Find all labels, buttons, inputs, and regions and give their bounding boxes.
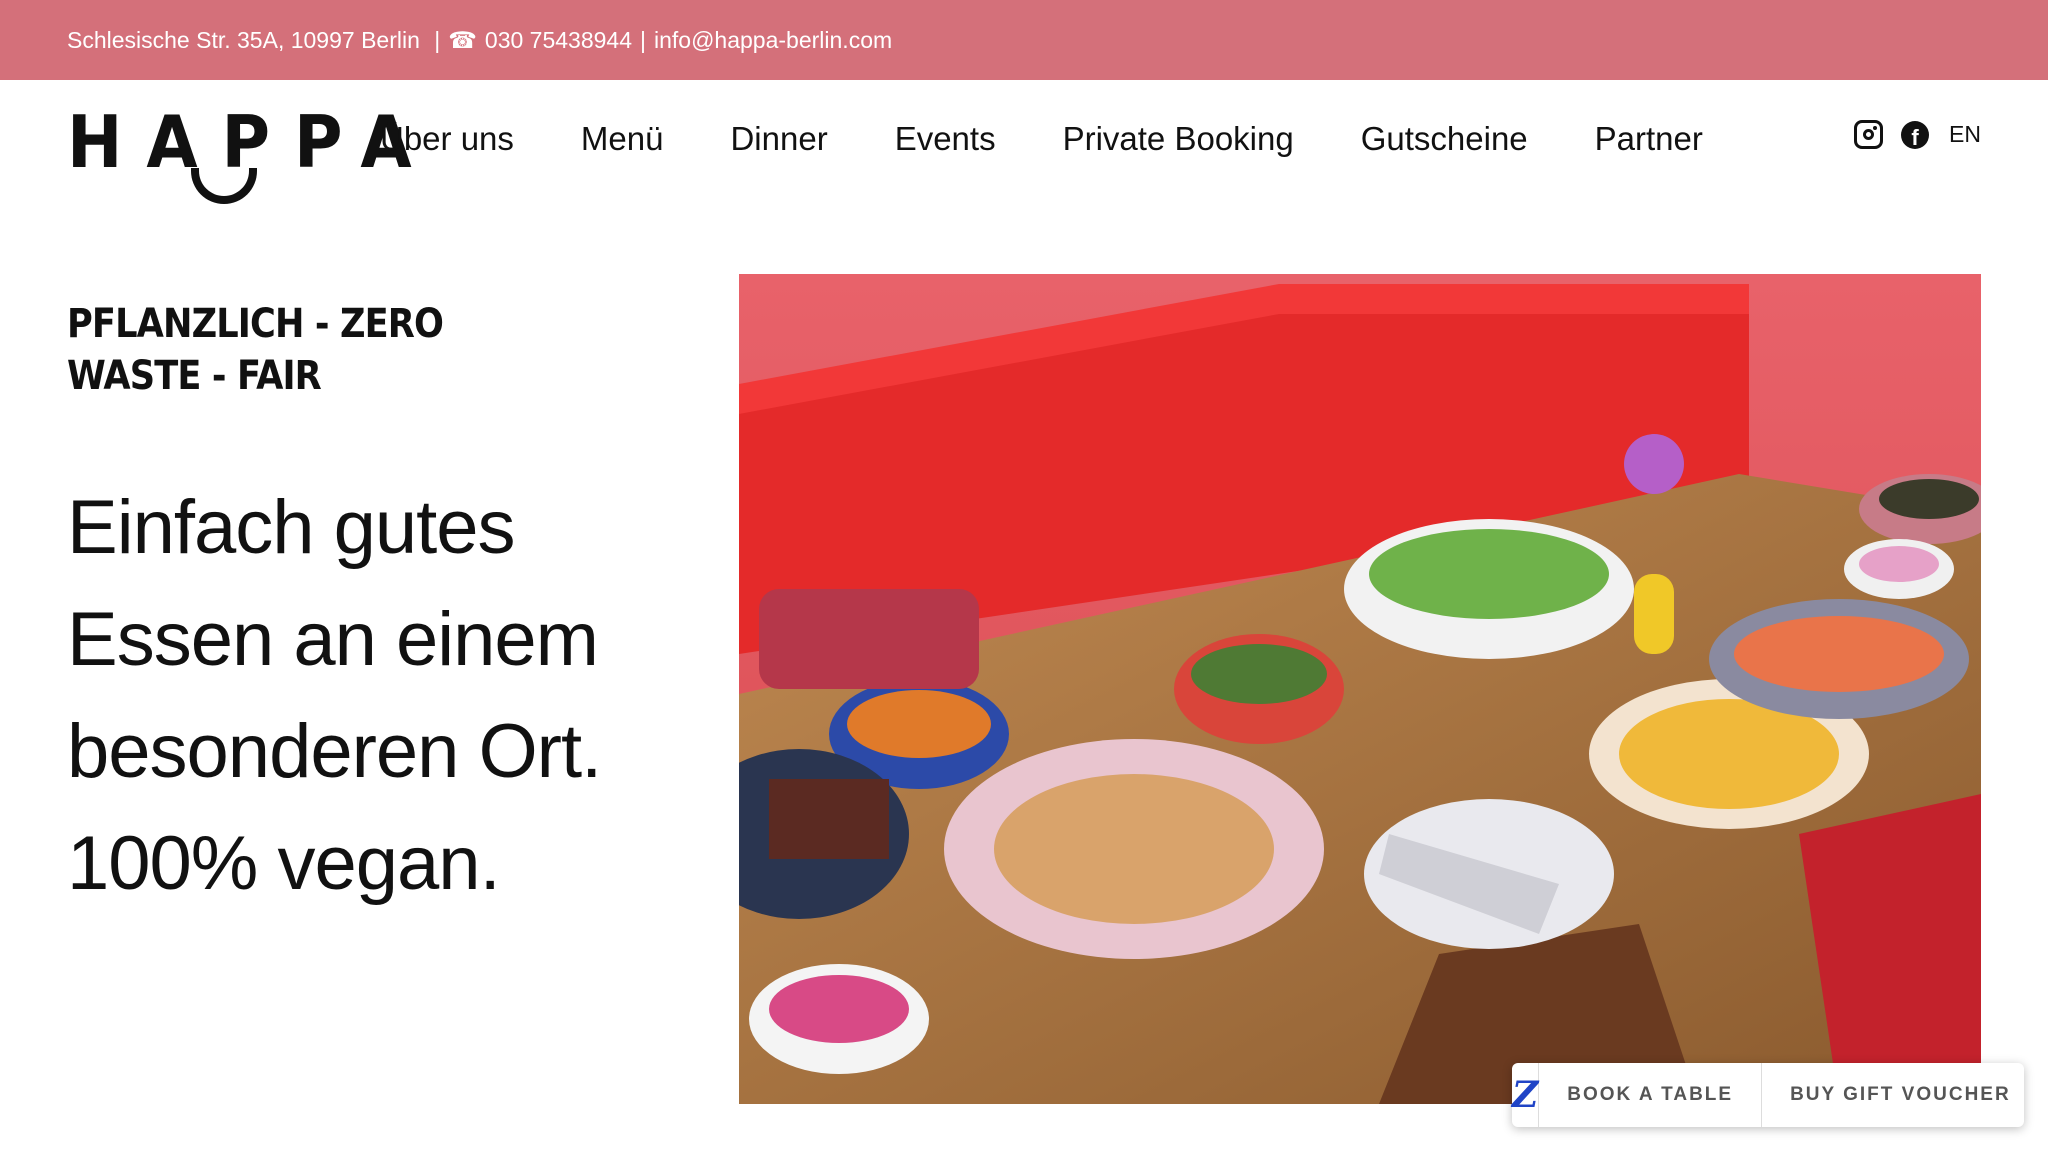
hero-tagline: PFLANZLICH - ZERO WASTE - FAIR — [67, 301, 444, 399]
separator: | — [640, 26, 646, 53]
nav-item-private-booking[interactable]: Private Booking — [1063, 120, 1294, 158]
social-links: f EN — [1854, 120, 1981, 149]
contact-bar: Schlesische Str. 35A, 10997 Berlin | ☎ 0… — [0, 0, 2048, 80]
nav-item-partner[interactable]: Partner — [1595, 120, 1703, 158]
nav-item-events[interactable]: Events — [895, 120, 996, 158]
email-link[interactable]: info@happa-berlin.com — [654, 27, 892, 54]
booking-widget: Z BOOK A TABLE BUY GIFT VOUCHER — [1512, 1063, 2024, 1127]
facebook-glyph: f — [1911, 124, 1919, 149]
separator: | — [427, 26, 441, 53]
phone-icon: ☎ — [448, 26, 477, 53]
nav-item-gutscheine[interactable]: Gutscheine — [1361, 120, 1528, 158]
site-header: HAPPA Über uns Menü Dinner Events Privat… — [0, 80, 2048, 220]
facebook-icon[interactable]: f — [1901, 120, 1930, 149]
nav-item-ueber-uns[interactable]: Über uns — [380, 120, 514, 158]
nav-item-menue[interactable]: Menü — [581, 120, 664, 158]
hero-food-photo — [739, 274, 1981, 1104]
hero-headline: Einfach gutes Essen an einem besonderen … — [67, 485, 602, 906]
buy-gift-voucher-button[interactable]: BUY GIFT VOUCHER — [1761, 1063, 2039, 1127]
logo-smile-icon — [191, 168, 257, 204]
nav-item-dinner[interactable]: Dinner — [730, 120, 827, 158]
main-nav: Über uns Menü Dinner Events Private Book… — [380, 120, 1703, 158]
address-text: Schlesische Str. 35A, 10997 Berlin — [67, 26, 420, 53]
food-table-illustration — [739, 274, 1981, 1104]
instagram-icon[interactable] — [1854, 120, 1884, 149]
book-table-button[interactable]: BOOK A TABLE — [1539, 1063, 1761, 1127]
site-logo[interactable]: HAPPA — [67, 106, 412, 216]
language-switch[interactable]: EN — [1949, 121, 1981, 148]
booking-logo-icon[interactable]: Z — [1512, 1063, 1540, 1127]
phone-link[interactable]: 030 75438944 — [485, 27, 632, 54]
